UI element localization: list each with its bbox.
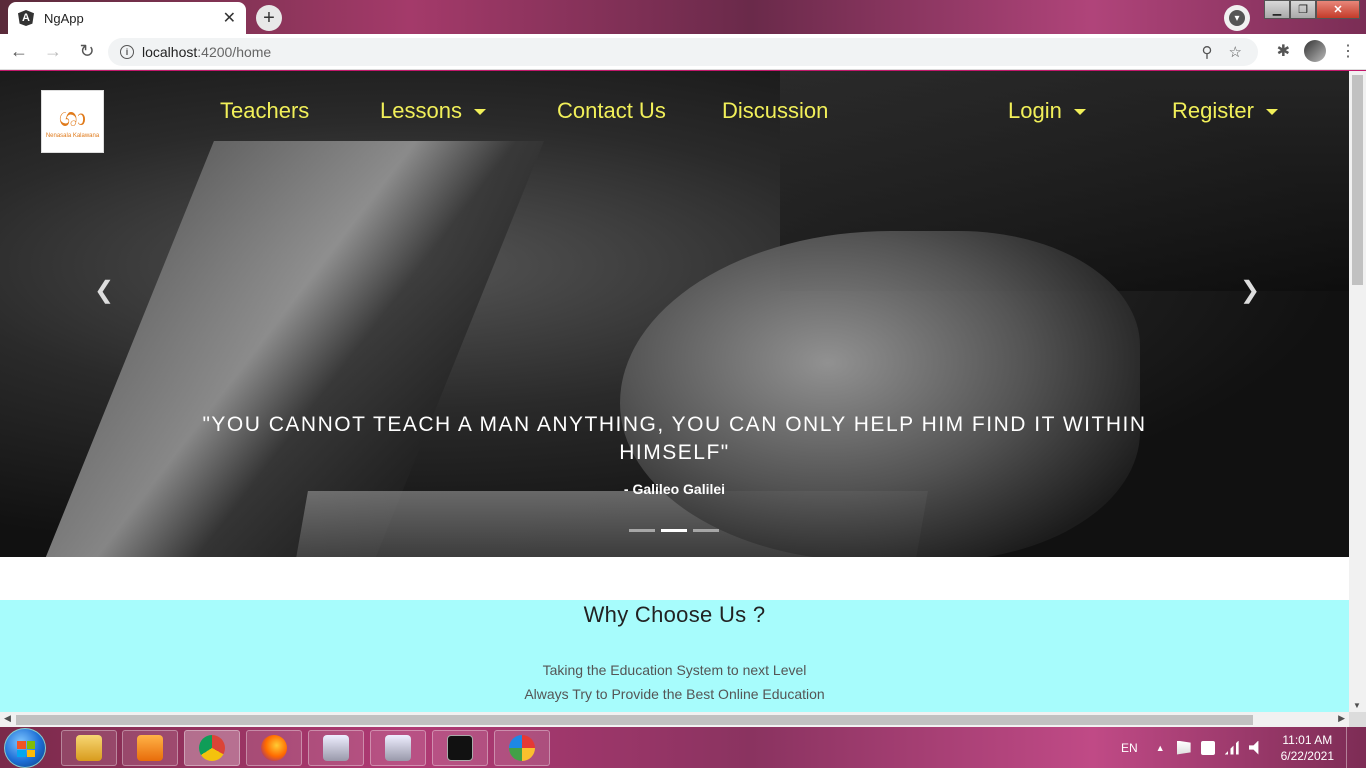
taskbar-firefox[interactable] <box>246 730 302 766</box>
close-window-button[interactable]: ✕ <box>1316 0 1360 19</box>
scrollbar-corner <box>1349 712 1366 727</box>
nav-login-label: Login <box>1008 98 1062 123</box>
caret-down-icon <box>1265 109 1278 115</box>
system-tray: EN ▲ 11:01 AM 6/22/2021 <box>1121 727 1358 768</box>
info-icon[interactable]: i <box>120 45 134 59</box>
nav-lessons-label: Lessons <box>380 98 462 123</box>
carousel-indicator[interactable] <box>661 529 687 532</box>
nav-register[interactable]: Register <box>1172 98 1278 124</box>
maximize-button[interactable]: ❐ <box>1290 0 1316 19</box>
clock-date: 6/22/2021 <box>1280 748 1334 763</box>
tab-search-button[interactable]: ▾ <box>1224 5 1250 31</box>
browser-toolbar: ← → ↻ i localhost:4200/home ⚲ ☆ ✱ ⋮ <box>0 34 1366 70</box>
window-icon <box>385 735 411 761</box>
carousel-next-icon[interactable]: ❯ <box>1240 276 1260 305</box>
why-title: Why Choose Us ? <box>583 602 766 627</box>
page-viewport: ශා Nenasala Kalawana Teachers Lessons Co… <box>0 71 1349 712</box>
nav-contact-label: Contact Us <box>557 98 666 123</box>
network-signal-icon[interactable] <box>1224 740 1239 755</box>
clock-time: 11:01 AM <box>1282 732 1333 747</box>
url-path: :4200/home <box>197 44 272 60</box>
firefox-icon <box>261 735 287 761</box>
horizontal-scroll-thumb[interactable] <box>16 715 1253 725</box>
address-bar[interactable]: i localhost:4200/home ⚲ ☆ <box>108 38 1258 66</box>
taskbar-chrome[interactable] <box>184 730 240 766</box>
taskbar-window-1[interactable] <box>308 730 364 766</box>
logo-text: Nenasala Kalawana <box>45 132 100 139</box>
carousel-caption: "YOU CANNOT TEACH A MAN ANYTHING, YOU CA… <box>180 411 1169 497</box>
scroll-down-icon[interactable]: ▼ <box>1353 701 1361 710</box>
nav-login[interactable]: Login <box>1008 98 1086 124</box>
tab-title: NgApp <box>44 10 84 26</box>
browser-tab[interactable]: A NgApp ✕ <box>8 2 246 34</box>
carousel-author: - Galileo Galilei <box>623 481 726 497</box>
window-icon <box>323 735 349 761</box>
bookmark-star-icon[interactable]: ☆ <box>1229 43 1242 61</box>
clock[interactable]: 11:01 AM 6/22/2021 <box>1281 732 1334 764</box>
photos-icon <box>509 735 535 761</box>
vertical-scrollbar[interactable]: ▲ ▼ <box>1349 71 1366 712</box>
back-button[interactable]: ← <box>4 37 34 67</box>
chevron-down-icon: ▾ <box>1229 10 1245 26</box>
folder-icon <box>76 735 102 761</box>
taskbar-window-2[interactable] <box>370 730 426 766</box>
why-line-1: Taking the Education System to next Leve… <box>542 662 807 678</box>
carousel-indicator[interactable] <box>693 529 719 532</box>
nav-discussion[interactable]: Discussion <box>722 98 828 124</box>
language-indicator[interactable]: EN <box>1121 741 1138 755</box>
hero-hand-shape <box>620 231 1140 557</box>
zoom-icon[interactable]: ⚲ <box>1202 43 1213 61</box>
taskbar-cmd[interactable] <box>432 730 488 766</box>
carousel-indicators <box>629 529 719 532</box>
menu-kebab-icon[interactable]: ⋮ <box>1340 41 1356 61</box>
nav-discussion-label: Discussion <box>722 98 829 123</box>
nav-teachers[interactable]: Teachers <box>220 98 309 124</box>
new-tab-button[interactable]: + <box>256 5 282 31</box>
caret-down-icon <box>1073 109 1086 115</box>
profile-avatar[interactable] <box>1304 40 1326 62</box>
show-hidden-icons[interactable]: ▲ <box>1156 743 1165 753</box>
taskbar-explorer[interactable] <box>61 730 117 766</box>
nav-lessons[interactable]: Lessons <box>380 98 486 124</box>
extensions-icon[interactable]: ✱ <box>1277 41 1290 61</box>
scroll-right-icon[interactable]: ▶ <box>1338 713 1345 724</box>
carousel-quote: "YOU CANNOT TEACH A MAN ANYTHING, YOU CA… <box>202 413 1147 464</box>
hero-carousel: ශා Nenasala Kalawana Teachers Lessons Co… <box>0 71 1349 557</box>
taskbar-media-player[interactable] <box>122 730 178 766</box>
security-alert-icon[interactable] <box>1200 740 1215 755</box>
close-tab-icon[interactable]: ✕ <box>223 8 236 28</box>
windows-logo-icon <box>17 741 35 757</box>
vertical-scroll-thumb[interactable] <box>1352 75 1363 285</box>
angular-icon: A <box>18 10 34 26</box>
carousel-indicator[interactable] <box>629 529 655 532</box>
media-player-icon <box>137 735 163 761</box>
nav-contact[interactable]: Contact Us <box>557 98 666 124</box>
browser-titlebar: A NgApp ✕ + ▾ ▁ ❐ ✕ <box>0 0 1366 34</box>
horizontal-scrollbar[interactable]: ◀ ▶ <box>0 712 1349 727</box>
action-center-flag-icon[interactable] <box>1176 740 1191 755</box>
terminal-icon <box>447 735 473 761</box>
url-host: localhost <box>142 44 198 60</box>
reload-button[interactable]: ↻ <box>72 37 102 67</box>
volume-icon[interactable] <box>1248 740 1259 755</box>
start-button[interactable] <box>4 728 46 768</box>
nav-register-label: Register <box>1172 98 1254 123</box>
caret-down-icon <box>473 109 486 115</box>
forward-button[interactable]: → <box>38 37 68 67</box>
nav-teachers-label: Teachers <box>220 98 310 123</box>
carousel-prev-icon[interactable]: ❮ <box>94 276 114 305</box>
taskbar-picasa[interactable] <box>494 730 550 766</box>
windows-taskbar: EN ▲ 11:01 AM 6/22/2021 <box>0 727 1366 768</box>
chrome-icon <box>199 735 225 761</box>
minimize-button[interactable]: ▁ <box>1264 0 1290 19</box>
scroll-left-icon[interactable]: ◀ <box>4 713 11 724</box>
why-line-2: Always Try to Provide the Best Online Ed… <box>524 686 825 702</box>
show-desktop-button[interactable] <box>1346 727 1358 768</box>
main-nav: Teachers Lessons Contact Us Discussion L… <box>0 98 1349 128</box>
why-choose-us-section: Why Choose Us ? Taking the Education Sys… <box>0 600 1349 712</box>
